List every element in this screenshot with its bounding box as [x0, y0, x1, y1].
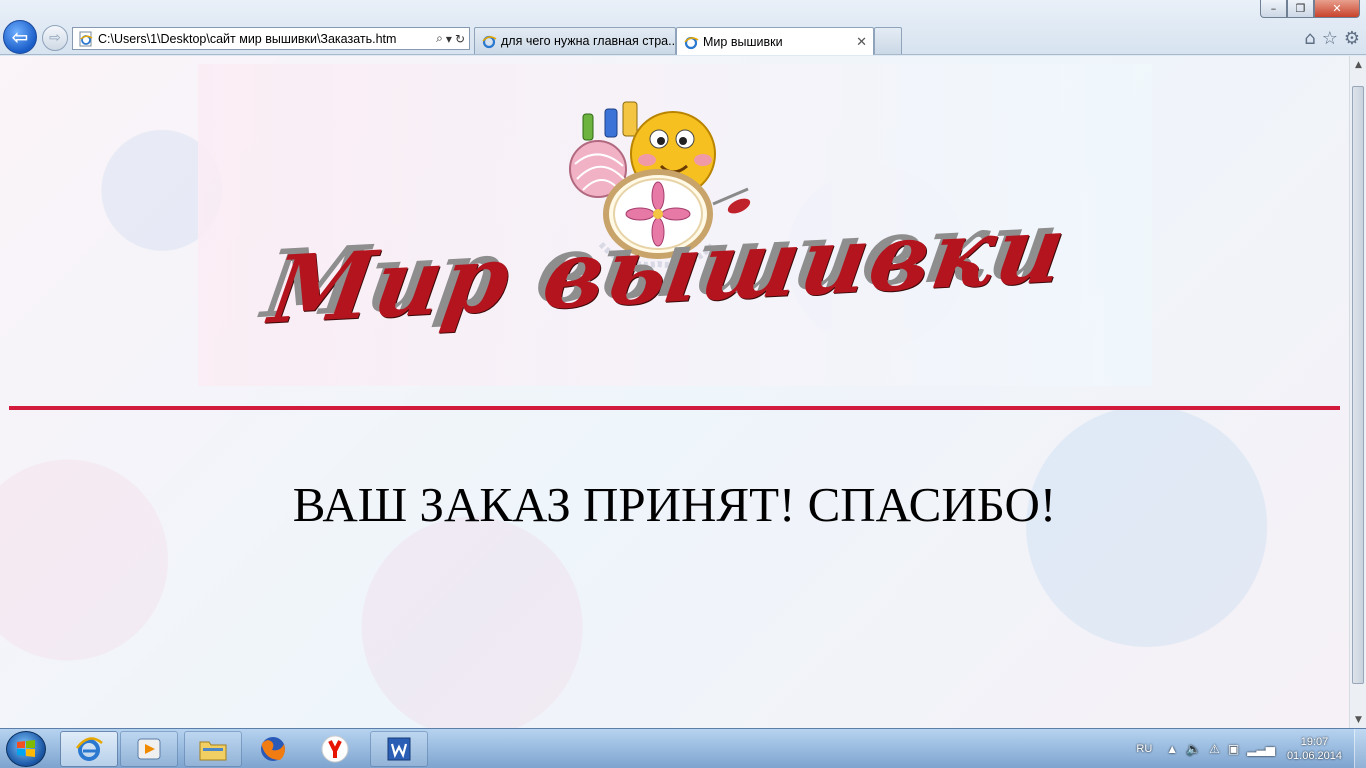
back-arrow-icon: ⇦ [11, 25, 29, 49]
ie-icon [684, 36, 699, 49]
network-error-icon[interactable]: ⚠ [1209, 742, 1220, 756]
site-logo: Мир вышивки [198, 64, 1152, 386]
taskbar-yandex-browser[interactable] [306, 731, 364, 767]
forward-arrow-icon: ⇨ [49, 30, 61, 46]
taskbar-media-player[interactable] [120, 731, 178, 767]
internet-explorer-icon [76, 737, 103, 761]
close-window-button[interactable]: ✕ [1314, 0, 1360, 18]
system-tray: RU ▲ 🔈 ⚠ ▣ ▂▃▅ 19:07 01.06.2014 [1136, 729, 1366, 768]
firefox-icon [261, 737, 285, 761]
address-url[interactable]: C:\Users\1\Desktop\сайт мир вышивки\Зака… [98, 32, 436, 46]
home-icon[interactable]: ⌂ [1304, 28, 1315, 49]
header-divider [9, 406, 1340, 410]
language-indicator[interactable]: RU [1136, 743, 1152, 755]
page-icon [79, 31, 93, 46]
address-bar[interactable]: C:\Users\1\Desktop\сайт мир вышивки\Зака… [72, 27, 470, 50]
new-tab-button[interactable] [874, 27, 902, 54]
show-hidden-icons-icon[interactable]: ▲ [1166, 742, 1178, 756]
folder-icon [199, 741, 227, 761]
signal-strength-icon[interactable]: ▂▃▅ [1247, 742, 1275, 756]
scroll-up-button[interactable]: ▲ [1350, 56, 1366, 73]
address-tools: ⌕ ▾ ↻ [436, 31, 465, 46]
taskbar-firefox[interactable] [244, 731, 302, 767]
gear-icon[interactable]: ⚙ [1344, 28, 1360, 49]
maximize-button[interactable]: ❐ [1287, 0, 1314, 18]
dropdown-icon[interactable]: ▾ [446, 32, 452, 46]
minimize-button[interactable]: – [1260, 0, 1287, 18]
windows-logo-icon [17, 740, 35, 757]
taskbar-file-explorer[interactable] [184, 731, 242, 767]
tab-inactive[interactable]: для чего нужна главная стра... [474, 27, 676, 54]
vertical-scrollbar[interactable]: ▲ ▼ [1349, 56, 1366, 728]
tab-title: для чего нужна главная стра... [501, 34, 676, 48]
browser-chrome: – ❐ ✕ ⇦ ⇨ C:\Users\1\Desktop\сайт мир вы… [0, 0, 1366, 55]
microsoft-word-icon [387, 737, 411, 761]
window-controls: – ❐ ✕ [1260, 0, 1360, 18]
media-player-icon [137, 738, 161, 760]
volume-icon[interactable]: 🔈 [1186, 742, 1201, 756]
clipboard-icon[interactable]: ▣ [1228, 742, 1239, 756]
close-tab-icon[interactable]: ✕ [856, 34, 867, 50]
yandex-browser-icon [321, 735, 349, 763]
order-confirmation-message: ВАШ ЗАКАЗ ПРИНЯТ! СПАСИБО! [292, 477, 1057, 532]
favorites-star-icon[interactable]: ☆ [1322, 28, 1338, 49]
back-button[interactable]: ⇦ [3, 20, 37, 54]
clock-time: 19:07 [1300, 736, 1329, 748]
ie-icon [482, 35, 497, 49]
start-button[interactable] [6, 731, 46, 767]
clock-date: 01.06.2014 [1286, 750, 1342, 762]
tab-active[interactable]: Мир вышивки ✕ [676, 27, 874, 55]
scroll-down-button[interactable]: ▼ [1350, 711, 1366, 728]
taskbar: RU ▲ 🔈 ⚠ ▣ ▂▃▅ 19:07 01.06.2014 [0, 728, 1366, 768]
show-desktop-button[interactable] [1354, 729, 1366, 768]
scroll-thumb[interactable] [1352, 86, 1364, 684]
tab-title: Мир вышивки [703, 34, 783, 49]
page-viewport: Мир вышивки ВАШ ЗАКАЗ ПРИНЯТ! СПАСИБО! [0, 56, 1349, 728]
refresh-icon[interactable]: ↻ [455, 32, 465, 46]
toolbar-icons: ⌂ ☆ ⚙ [1304, 28, 1360, 49]
logo-title: Мир вышивки [263, 194, 1075, 345]
taskbar-microsoft-word[interactable] [370, 731, 428, 767]
taskbar-internet-explorer[interactable] [60, 731, 118, 767]
forward-button[interactable]: ⇨ [42, 25, 68, 51]
clock[interactable]: 19:07 01.06.2014 [1287, 735, 1342, 763]
search-icon[interactable]: ⌕ [436, 31, 443, 46]
